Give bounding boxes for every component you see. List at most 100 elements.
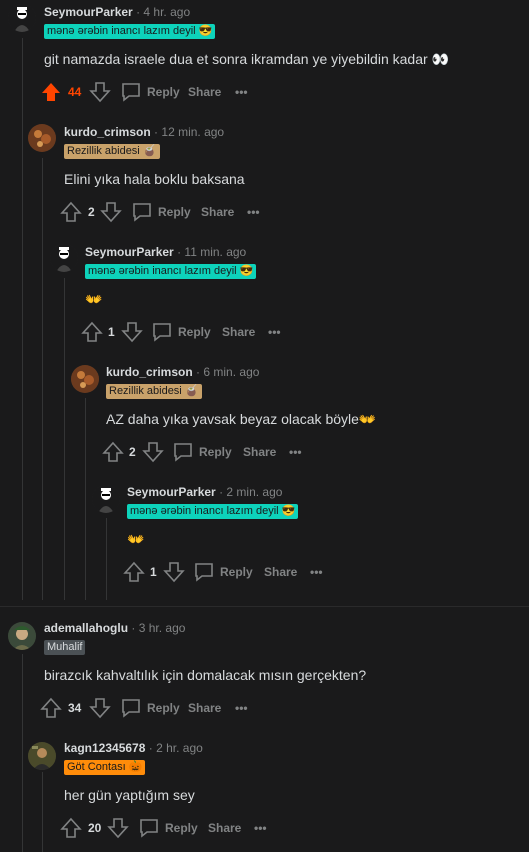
downvote-button[interactable] (100, 200, 122, 224)
user-flair: Rezillik abidesi 🧉 (106, 384, 202, 399)
separator-dot: · (131, 621, 136, 635)
thread-line[interactable] (64, 278, 65, 600)
username[interactable]: ademallahoglu (44, 621, 128, 635)
upvote-button[interactable] (40, 80, 62, 104)
downvote-button[interactable] (107, 816, 129, 840)
thread-line[interactable] (106, 518, 107, 600)
separator-dot: · (136, 5, 141, 19)
downvote-button[interactable] (89, 80, 111, 104)
timestamp[interactable]: 11 min. ago (184, 245, 246, 259)
thread-line[interactable] (42, 772, 43, 852)
upvote-arrow-icon (42, 83, 60, 101)
separator-dot: · (154, 125, 159, 139)
avatar[interactable] (28, 124, 56, 152)
more-options-button[interactable]: ••• (310, 560, 323, 584)
comment-body: git namazda israele dua et sonra ikramda… (44, 51, 449, 67)
vote-score: 2 (88, 205, 95, 219)
reply-button[interactable]: Reply (138, 816, 198, 840)
comment-body: her gün yaptığım sey (64, 787, 195, 803)
more-options-button[interactable]: ••• (235, 696, 248, 720)
share-button[interactable]: Share (188, 696, 221, 720)
vote-score: 2 (129, 445, 136, 459)
more-options-button[interactable]: ••• (254, 816, 267, 840)
share-button[interactable]: Share (201, 200, 234, 224)
thread-line[interactable] (22, 654, 23, 852)
thread-line[interactable] (22, 38, 23, 600)
username[interactable]: kurdo_crimson (64, 125, 151, 139)
separator-dot: · (177, 245, 182, 259)
user-flair: mənə ərəbin inancı lazım deyil 😎 (85, 264, 257, 279)
reply-button[interactable]: Reply (131, 200, 191, 224)
more-options-button[interactable]: ••• (235, 80, 248, 104)
upvote-arrow-icon (60, 201, 82, 222)
username[interactable]: kagn12345678 (64, 741, 145, 755)
vote-score: 34 (68, 701, 82, 715)
timestamp[interactable]: 6 min. ago (203, 365, 259, 379)
comment-bubble-icon (133, 203, 151, 222)
upvote-button[interactable] (60, 816, 82, 840)
downvote-arrow-icon (107, 818, 129, 839)
timestamp[interactable]: 2 hr. ago (156, 741, 203, 755)
downvote-button[interactable] (163, 560, 185, 584)
share-button[interactable]: Share (243, 440, 276, 464)
upvote-arrow-icon (60, 817, 82, 838)
share-button[interactable]: Share (222, 320, 255, 344)
comment-body: 👐 (127, 531, 145, 547)
avatar[interactable] (28, 742, 56, 770)
reply-button[interactable]: Reply (172, 440, 232, 464)
timestamp[interactable]: 3 hr. ago (139, 621, 186, 635)
comment-bubble-icon (122, 83, 140, 102)
upvote-button[interactable] (40, 696, 62, 720)
upvote-button[interactable] (102, 440, 124, 464)
separator-dot: · (196, 365, 201, 379)
timestamp[interactable]: 4 hr. ago (143, 5, 190, 19)
vote-score: 1 (108, 325, 115, 339)
avatar[interactable] (8, 4, 36, 32)
username[interactable]: SeymourParker (127, 485, 216, 499)
more-options-button[interactable]: ••• (289, 440, 302, 464)
share-button[interactable]: Share (188, 80, 221, 104)
reply-button[interactable]: Reply (120, 80, 180, 104)
thread-line[interactable] (42, 158, 43, 600)
avatar[interactable] (92, 485, 120, 513)
user-flair: Muhalif (44, 640, 86, 655)
share-button[interactable]: Share (264, 560, 297, 584)
username[interactable]: SeymourParker (44, 5, 133, 19)
upvote-arrow-icon (102, 441, 124, 462)
vote-score: 44 (68, 85, 82, 99)
upvote-arrow-icon (81, 321, 103, 342)
timestamp[interactable]: 2 min. ago (226, 485, 282, 499)
thread-divider (0, 606, 529, 607)
avatar[interactable] (8, 622, 36, 650)
reply-button[interactable]: Reply (151, 320, 211, 344)
more-options-button[interactable]: ••• (268, 320, 281, 344)
timestamp[interactable]: 12 min. ago (161, 125, 224, 139)
downvote-arrow-icon (89, 82, 111, 103)
comment-body: birazcık kahvaltılık için domalacak mısı… (44, 667, 367, 683)
avatar[interactable] (50, 244, 78, 272)
upvote-button[interactable] (123, 560, 145, 584)
downvote-arrow-icon (100, 202, 122, 223)
user-flair: Rezillik abidesi 🧉 (64, 144, 160, 159)
avatar[interactable] (71, 365, 99, 393)
comment-body: AZ daha yıka yavsak beyaz olacak böyle👐 (106, 411, 377, 427)
upvote-button[interactable] (81, 320, 103, 344)
reply-button[interactable]: Reply (120, 696, 180, 720)
user-flair: mənə ərəbin inancı lazım deyil 😎 (44, 24, 216, 39)
reply-button[interactable]: Reply (193, 560, 253, 584)
comment-bubble-icon (195, 563, 213, 582)
upvote-button[interactable] (60, 200, 82, 224)
downvote-button[interactable] (142, 440, 164, 464)
comment-body: Elini yıka hala boklu baksana (64, 171, 245, 187)
thread-line[interactable] (85, 398, 86, 600)
username[interactable]: kurdo_crimson (106, 365, 193, 379)
username[interactable]: SeymourParker (85, 245, 174, 259)
comment-bubble-icon (153, 323, 171, 342)
upvote-arrow-icon (40, 697, 62, 718)
share-button[interactable]: Share (208, 816, 241, 840)
comment-bubble-icon (174, 443, 192, 462)
more-options-button[interactable]: ••• (247, 200, 260, 224)
downvote-button[interactable] (121, 320, 143, 344)
downvote-arrow-icon (121, 322, 143, 343)
downvote-button[interactable] (89, 696, 111, 720)
